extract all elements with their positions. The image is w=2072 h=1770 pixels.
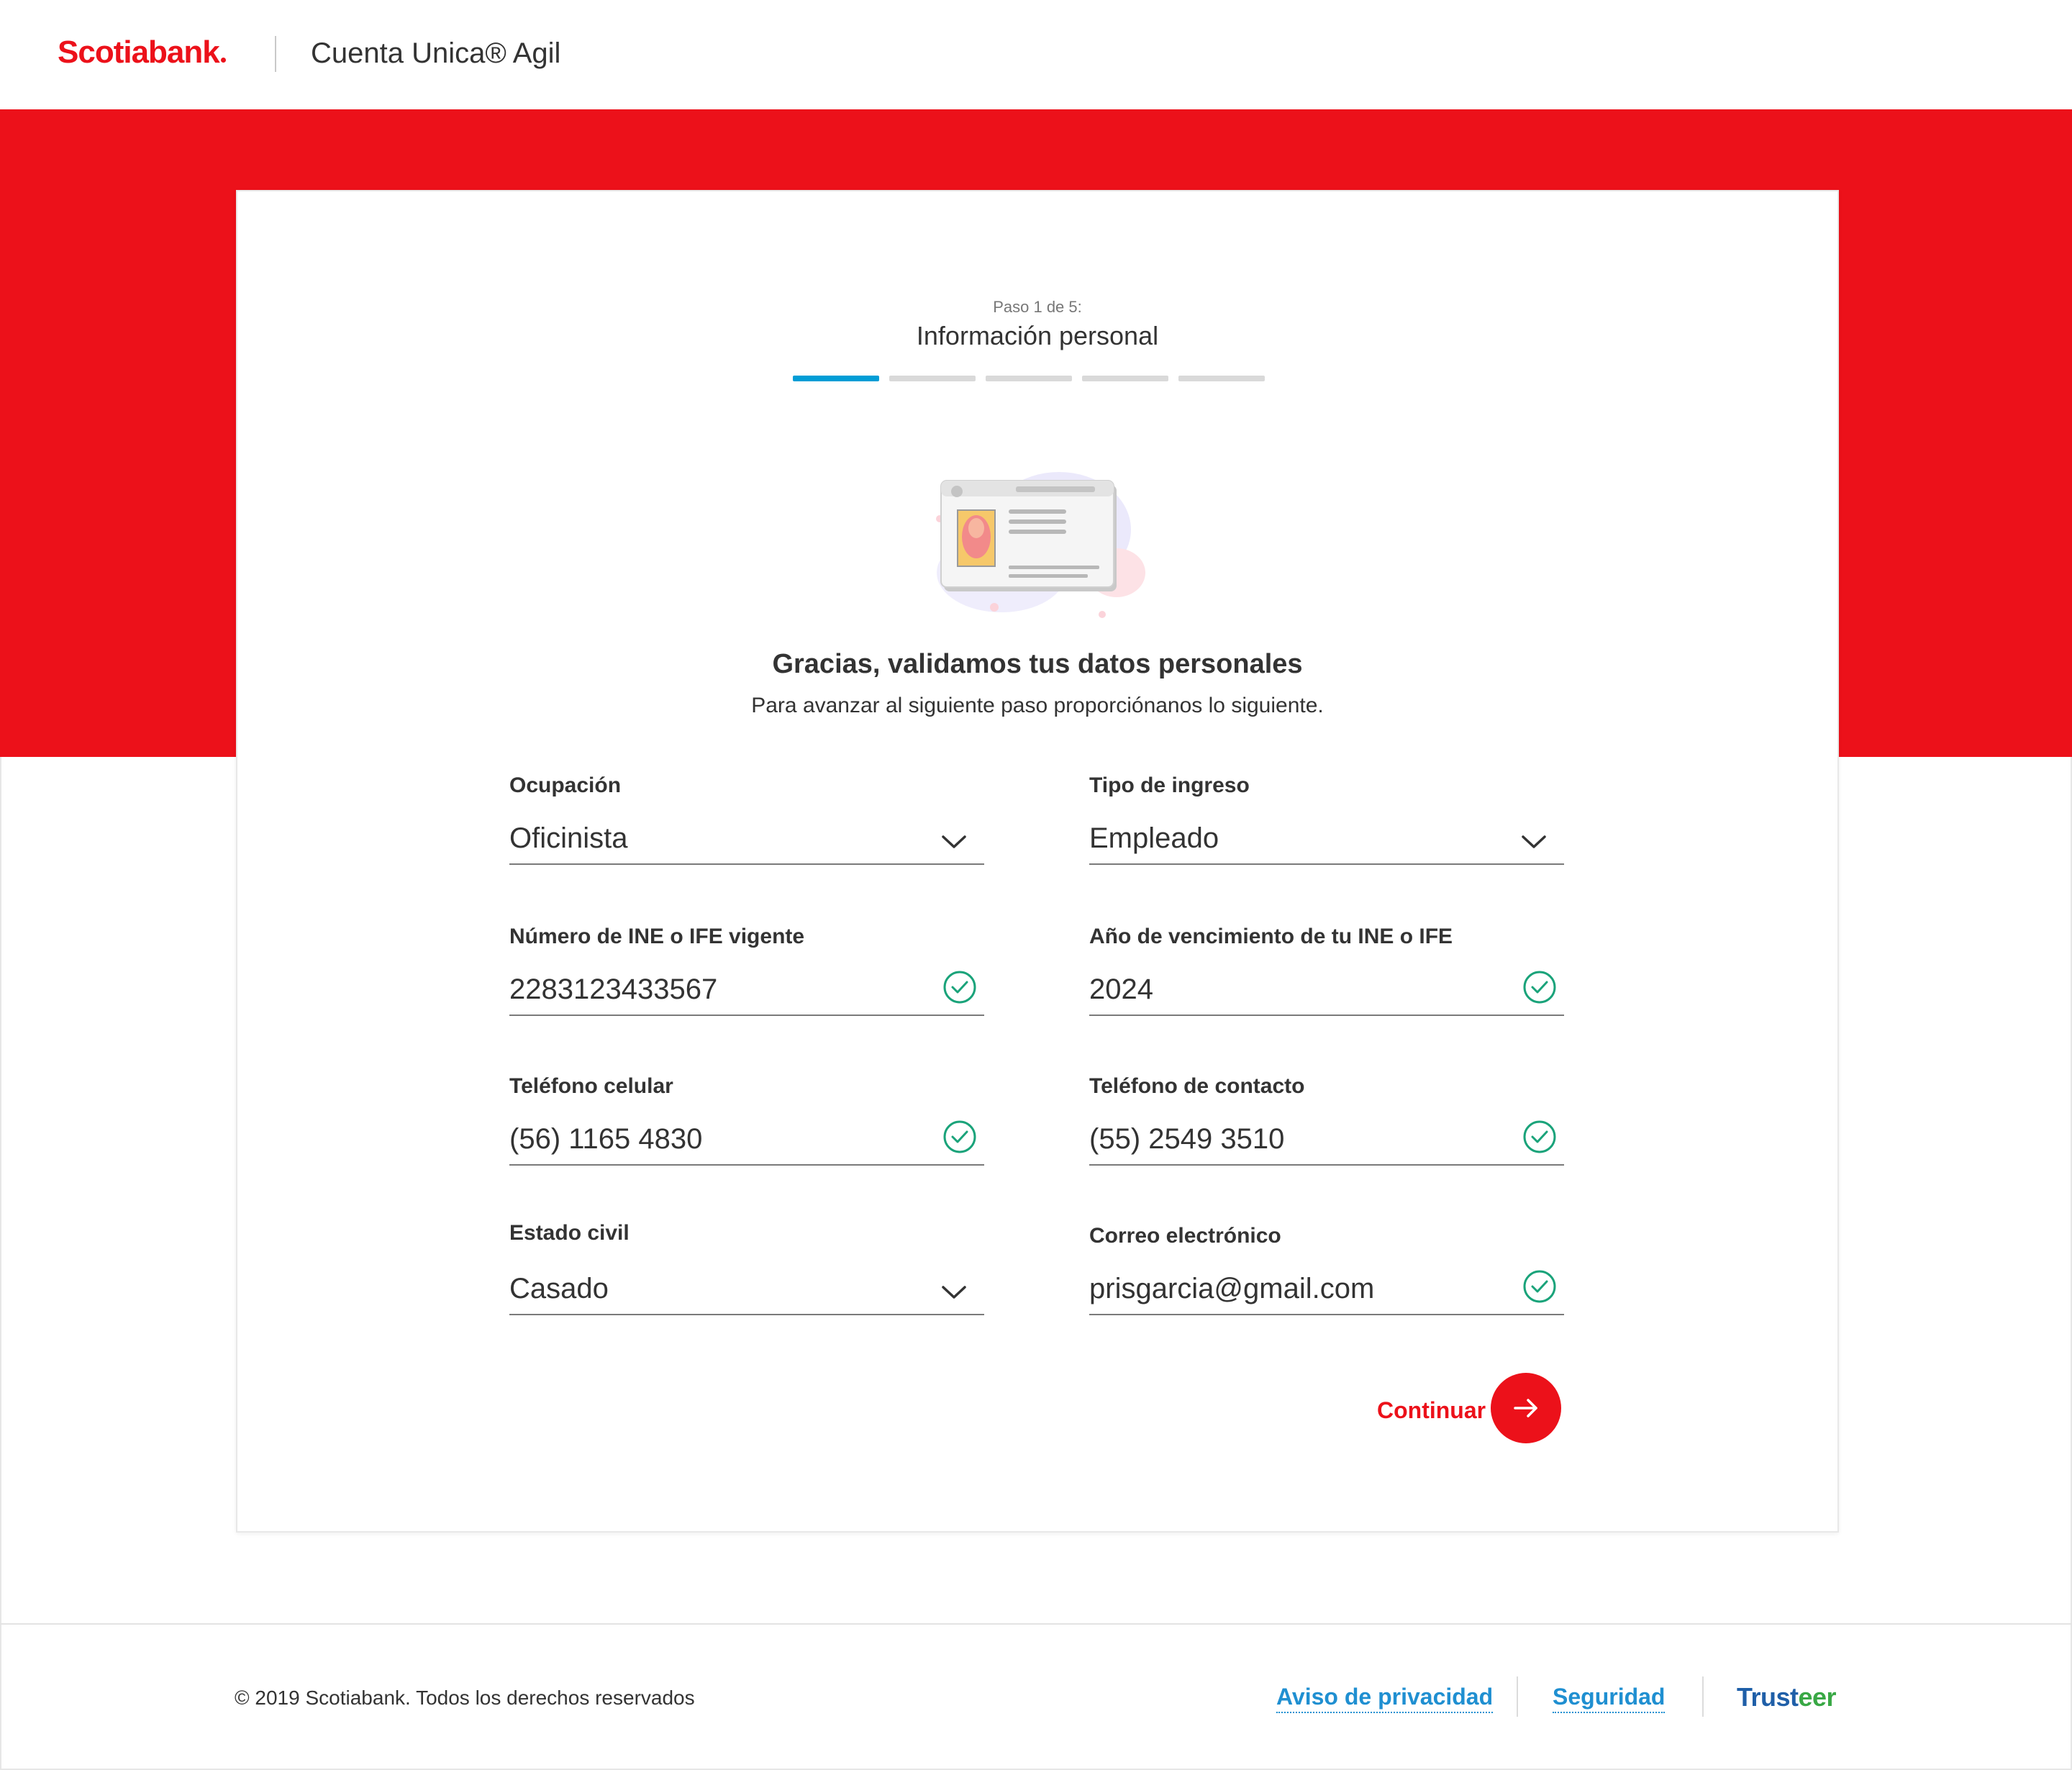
progress-segment-2 [889, 376, 976, 381]
copyright-text: © 2019 Scotiabank. Todos los derechos re… [235, 1687, 695, 1709]
correo-field: Correo electrónico prisgarcia@gmail.com [1089, 1222, 1564, 1315]
estado-civil-field: Estado civil Casado [509, 1219, 984, 1315]
telefono-celular-value: (56) 1165 4830 [509, 1123, 703, 1155]
product-name: Cuenta Unica® Agil [311, 37, 561, 69]
telefono-celular-label: Teléfono celular [509, 1074, 673, 1098]
ocupacion-field: Ocupación Oficinista [509, 771, 984, 865]
scotiabank-logo[interactable]: Scotiabank [58, 35, 226, 71]
anio-vencimiento-input[interactable]: 2024 [1089, 971, 1564, 1016]
chevron-down-icon[interactable] [1521, 833, 1547, 850]
progress-segment-1 [793, 376, 879, 381]
security-link[interactable]: Seguridad [1553, 1684, 1666, 1713]
numero-ine-label: Número de INE o IFE vigente [509, 925, 805, 948]
id-card-illustration [936, 472, 1145, 618]
correo-label: Correo electrónico [1089, 1224, 1281, 1248]
arrow-right-icon [1514, 1399, 1537, 1417]
ocupacion-select[interactable]: Oficinista [509, 820, 984, 865]
step-title: Información personal [916, 321, 1159, 350]
tipo-ingreso-value: Empleado [1089, 822, 1219, 854]
telefono-contacto-field: Teléfono de contacto (55) 2549 3510 [1089, 1072, 1564, 1166]
numero-ine-input[interactable]: 2283123433567 [509, 971, 984, 1016]
anio-vencimiento-value: 2024 [1089, 974, 1153, 1005]
footer-separator [1702, 1676, 1704, 1717]
section-heading: Gracias, validamos tus datos personales [772, 649, 1303, 679]
estado-civil-value: Casado [509, 1273, 609, 1304]
telefono-celular-field: Teléfono celular (56) 1165 4830 [509, 1072, 984, 1166]
section-subheading: Para avanzar al siguiente paso proporció… [751, 694, 1324, 717]
check-circle-icon [1523, 1270, 1556, 1303]
trusteer-logo[interactable]: Trusteer [1737, 1682, 1837, 1712]
footer-divider [0, 1623, 2072, 1625]
header-divider [275, 36, 276, 72]
footer-separator [1517, 1676, 1518, 1717]
top-header: Scotiabank Cuenta Unica® Agil [0, 0, 2072, 109]
anio-vencimiento-field: Año de vencimiento de tu INE o IFE 2024 [1089, 922, 1564, 1016]
continue-button[interactable] [1491, 1373, 1561, 1443]
tipo-ingreso-field: Tipo de ingreso Empleado [1089, 771, 1564, 865]
numero-ine-field: Número de INE o IFE vigente 228312343356… [509, 922, 984, 1016]
check-circle-icon [1523, 1120, 1556, 1153]
chevron-down-icon[interactable] [941, 833, 967, 850]
telefono-celular-input[interactable]: (56) 1165 4830 [509, 1120, 984, 1166]
telefono-contacto-value: (55) 2549 3510 [1089, 1123, 1285, 1155]
telefono-contacto-input[interactable]: (55) 2549 3510 [1089, 1120, 1564, 1166]
step-progress-bar [793, 376, 1265, 381]
correo-input[interactable]: prisgarcia@gmail.com [1089, 1270, 1564, 1315]
progress-segment-3 [986, 376, 1072, 381]
numero-ine-value: 2283123433567 [509, 974, 718, 1005]
privacy-link[interactable]: Aviso de privacidad [1276, 1684, 1494, 1713]
tipo-ingreso-label: Tipo de ingreso [1089, 773, 1250, 797]
anio-vencimiento-label: Año de vencimiento de tu INE o IFE [1089, 925, 1453, 948]
check-circle-icon [943, 971, 976, 1004]
correo-value: prisgarcia@gmail.com [1089, 1273, 1375, 1304]
estado-civil-select[interactable]: Casado [509, 1271, 984, 1315]
form-card: Paso 1 de 5: Información personal Gracia… [236, 190, 1839, 1533]
progress-segment-5 [1178, 376, 1265, 381]
ocupacion-label: Ocupación [509, 773, 622, 797]
check-circle-icon [943, 1120, 976, 1153]
tipo-ingreso-select[interactable]: Empleado [1089, 820, 1564, 865]
chevron-down-icon[interactable] [941, 1284, 967, 1301]
continue-label[interactable]: Continuar [1377, 1397, 1486, 1424]
ocupacion-value: Oficinista [509, 822, 628, 854]
check-circle-icon [1523, 971, 1556, 1004]
estado-civil-label: Estado civil [509, 1221, 630, 1245]
step-indicator-label: Paso 1 de 5: [993, 298, 1082, 316]
progress-segment-4 [1082, 376, 1168, 381]
telefono-contacto-label: Teléfono de contacto [1089, 1074, 1305, 1098]
